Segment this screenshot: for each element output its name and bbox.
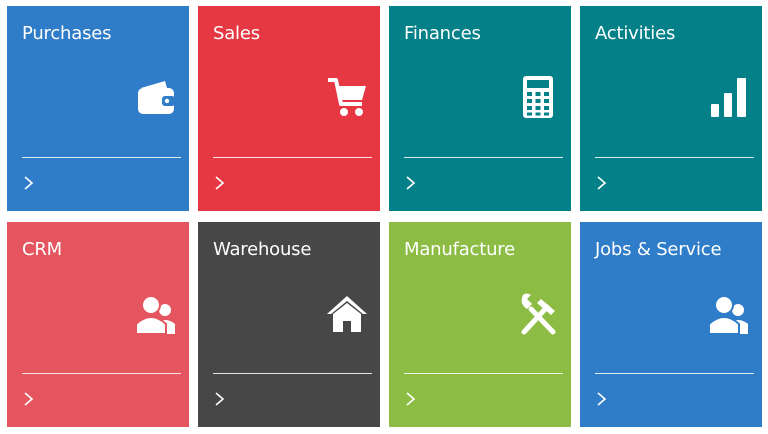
calculator-icon: [517, 74, 559, 120]
tile-title: Manufacture: [404, 239, 515, 260]
tile-divider: [404, 157, 563, 158]
tile-jobs-service[interactable]: Jobs & Service: [580, 222, 762, 427]
tile-divider: [404, 373, 563, 374]
users-icon: [708, 290, 750, 336]
tile-title: Sales: [213, 23, 260, 44]
tools-icon: [517, 290, 559, 336]
tile-manufacture[interactable]: Manufacture: [389, 222, 571, 427]
tile-title: Jobs & Service: [595, 239, 722, 260]
tile-divider: [213, 373, 372, 374]
tile-sales[interactable]: Sales: [198, 6, 380, 211]
users-icon: [135, 290, 177, 336]
tile-divider: [595, 157, 754, 158]
chevron-right-icon[interactable]: [214, 175, 226, 191]
tile-divider: [595, 373, 754, 374]
tile-finances[interactable]: Finances: [389, 6, 571, 211]
chevron-right-icon[interactable]: [23, 175, 35, 191]
bar-chart-icon: [708, 74, 750, 120]
chevron-right-icon[interactable]: [596, 175, 608, 191]
wallet-icon: [135, 74, 177, 120]
tile-warehouse[interactable]: Warehouse: [198, 222, 380, 427]
tile-divider: [22, 157, 181, 158]
tile-activities[interactable]: Activities: [580, 6, 762, 211]
tile-purchases[interactable]: Purchases: [7, 6, 189, 211]
tile-title: Warehouse: [213, 239, 312, 260]
tile-divider: [213, 157, 372, 158]
tile-title: Activities: [595, 23, 676, 44]
chevron-right-icon[interactable]: [405, 175, 417, 191]
tile-crm[interactable]: CRM: [7, 222, 189, 427]
shopping-cart-icon: [326, 74, 368, 120]
chevron-right-icon[interactable]: [23, 391, 35, 407]
chevron-right-icon[interactable]: [596, 391, 608, 407]
tile-title: Purchases: [22, 23, 112, 44]
tile-divider: [22, 373, 181, 374]
chevron-right-icon[interactable]: [214, 391, 226, 407]
tile-title: Finances: [404, 23, 481, 44]
tile-title: CRM: [22, 239, 63, 260]
home-icon: [326, 290, 368, 336]
chevron-right-icon[interactable]: [405, 391, 417, 407]
